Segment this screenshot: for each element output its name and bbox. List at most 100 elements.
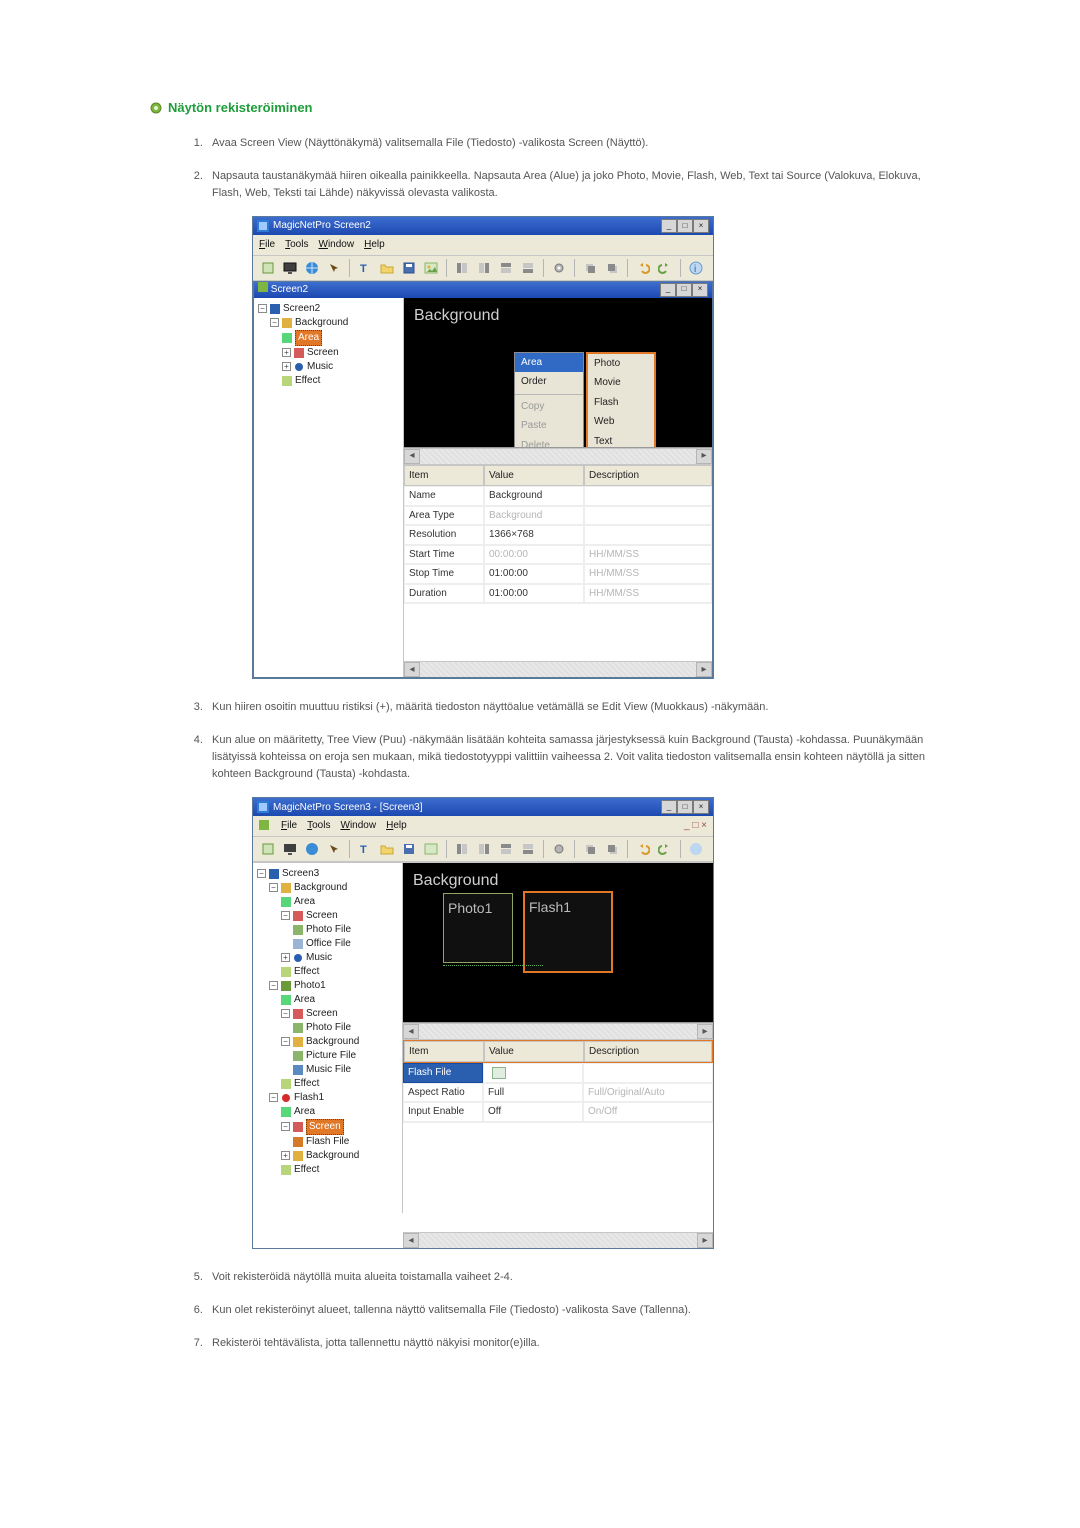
tree-effect[interactable]: Effect xyxy=(255,1077,400,1091)
expand-icon[interactable]: − xyxy=(270,318,279,327)
child-close-button[interactable]: × xyxy=(692,283,708,297)
scroll-track[interactable] xyxy=(420,449,696,464)
mdi-restore-button[interactable]: _ □ × xyxy=(684,818,707,834)
tool-bring-front-icon[interactable] xyxy=(603,259,621,277)
child-minimize-button[interactable]: _ xyxy=(660,283,676,297)
tree-effect[interactable]: Effect xyxy=(256,374,401,388)
grid-hscroll[interactable]: ◂ ▸ xyxy=(403,1232,713,1248)
scroll-track[interactable] xyxy=(420,662,696,677)
expand-icon[interactable]: + xyxy=(282,362,291,371)
tree-area[interactable]: Area xyxy=(255,895,400,909)
canvas-hscroll[interactable]: ◂ ▸ xyxy=(404,448,712,464)
menu-file[interactable]: File xyxy=(281,818,297,834)
tool-align-top-icon[interactable] xyxy=(497,259,515,277)
ctx-order[interactable]: Order xyxy=(515,372,583,392)
edit-canvas[interactable]: Background Photo1 Flash1 xyxy=(403,863,713,1023)
grid-row[interactable]: Aspect RatioFullFull/Original/Auto xyxy=(403,1083,713,1103)
menu-help[interactable]: Help xyxy=(364,237,385,253)
tool-globe-icon[interactable] xyxy=(303,259,321,277)
tool-monitor-icon[interactable] xyxy=(281,259,299,277)
tree-photo-file[interactable]: Photo File xyxy=(255,923,400,937)
tool-image-icon[interactable] xyxy=(422,840,440,858)
scroll-track[interactable] xyxy=(419,1233,697,1248)
tree-photo1[interactable]: −Photo1 xyxy=(255,979,400,993)
ctx-flash[interactable]: Flash xyxy=(588,393,654,413)
tree-area[interactable]: Area xyxy=(255,993,400,1007)
tree-view[interactable]: −Screen2 −Background Area +Screen +Music… xyxy=(254,298,404,678)
tree-area[interactable]: Area xyxy=(256,330,401,346)
tool-image-icon[interactable] xyxy=(422,259,440,277)
tool-align-left-icon[interactable] xyxy=(453,840,471,858)
scroll-right-icon[interactable]: ▸ xyxy=(696,662,712,677)
browse-icon[interactable] xyxy=(492,1067,506,1079)
tree-office-file[interactable]: Office File xyxy=(255,937,400,951)
tree-flash-file[interactable]: Flash File xyxy=(255,1135,400,1149)
menu-window[interactable]: Window xyxy=(318,237,354,253)
tool-align-bottom-icon[interactable] xyxy=(519,259,537,277)
grid-row[interactable]: NameBackground xyxy=(404,486,712,506)
tool-align-bottom-icon[interactable] xyxy=(519,840,537,858)
menu-window[interactable]: Window xyxy=(340,818,376,834)
close-button[interactable]: × xyxy=(693,800,709,814)
ctx-movie[interactable]: Movie xyxy=(588,373,654,393)
ctx-text[interactable]: Text xyxy=(588,432,654,448)
tool-arrow-icon[interactable] xyxy=(325,840,343,858)
tree-background[interactable]: −Background xyxy=(256,316,401,330)
tool-text-icon[interactable]: T xyxy=(356,259,374,277)
tree-root[interactable]: −Screen2 xyxy=(256,302,401,316)
ctx-photo[interactable]: Photo xyxy=(588,354,654,374)
tool-monitor-icon[interactable] xyxy=(281,840,299,858)
scroll-left-icon[interactable]: ◂ xyxy=(404,449,420,464)
expand-icon[interactable]: + xyxy=(282,348,291,357)
tree-background[interactable]: −Background xyxy=(255,881,400,895)
maximize-button[interactable]: □ xyxy=(677,800,693,814)
tool-folder-icon[interactable] xyxy=(378,840,396,858)
grid-row[interactable]: Start Time00:00:00HH/MM/SS xyxy=(404,545,712,565)
tree-music[interactable]: +Music xyxy=(256,360,401,374)
tree-background[interactable]: −Background xyxy=(255,1035,400,1049)
scroll-right-icon[interactable]: ▸ xyxy=(697,1024,713,1039)
tree-area[interactable]: Area xyxy=(255,1105,400,1119)
tool-bring-front-icon[interactable] xyxy=(603,840,621,858)
tool-gear-icon[interactable] xyxy=(550,840,568,858)
tool-globe-icon[interactable] xyxy=(303,840,321,858)
menu-tools[interactable]: Tools xyxy=(285,237,308,253)
tool-redo-icon[interactable] xyxy=(656,840,674,858)
child-maximize-button[interactable]: □ xyxy=(676,283,692,297)
tree-picture-file[interactable]: Picture File xyxy=(255,1049,400,1063)
scroll-track[interactable] xyxy=(419,1024,697,1039)
tree-effect[interactable]: Effect xyxy=(255,1163,400,1177)
tree-music-file[interactable]: Music File xyxy=(255,1063,400,1077)
tree-screen[interactable]: −Screen xyxy=(255,909,400,923)
menu-tools[interactable]: Tools xyxy=(307,818,330,834)
scroll-right-icon[interactable]: ▸ xyxy=(697,1233,713,1248)
tool-save-icon[interactable] xyxy=(400,840,418,858)
grid-hscroll[interactable]: ◂ ▸ xyxy=(404,661,712,677)
tool-align-left-icon[interactable] xyxy=(453,259,471,277)
tree-music[interactable]: +Music xyxy=(255,951,400,965)
tool-folder-icon[interactable] xyxy=(378,259,396,277)
tree-flash1[interactable]: −Flash1 xyxy=(255,1091,400,1105)
tool-align-right-icon[interactable] xyxy=(475,840,493,858)
menu-file[interactable]: File xyxy=(259,237,275,253)
tree-background[interactable]: +Background xyxy=(255,1149,400,1163)
ctx-area[interactable]: Area xyxy=(515,353,583,373)
tool-gear-icon[interactable] xyxy=(550,259,568,277)
tool-info-icon[interactable]: i xyxy=(687,259,705,277)
area-photo1[interactable]: Photo1 xyxy=(443,893,513,963)
scroll-left-icon[interactable]: ◂ xyxy=(404,662,420,677)
close-button[interactable]: × xyxy=(693,219,709,233)
minimize-button[interactable]: _ xyxy=(661,219,677,233)
tool-new-icon[interactable] xyxy=(259,259,277,277)
tree-screen[interactable]: −Screen xyxy=(255,1119,400,1135)
tool-send-back-icon[interactable] xyxy=(581,840,599,858)
selection-handle[interactable] xyxy=(443,965,543,966)
tool-undo-icon[interactable] xyxy=(634,840,652,858)
tool-new-icon[interactable] xyxy=(259,840,277,858)
grid-row[interactable]: Input EnableOffOn/Off xyxy=(403,1102,713,1122)
scroll-left-icon[interactable]: ◂ xyxy=(403,1233,419,1248)
tool-info-icon[interactable] xyxy=(687,840,705,858)
scroll-right-icon[interactable]: ▸ xyxy=(696,449,712,464)
scroll-left-icon[interactable]: ◂ xyxy=(403,1024,419,1039)
tool-redo-icon[interactable] xyxy=(656,259,674,277)
